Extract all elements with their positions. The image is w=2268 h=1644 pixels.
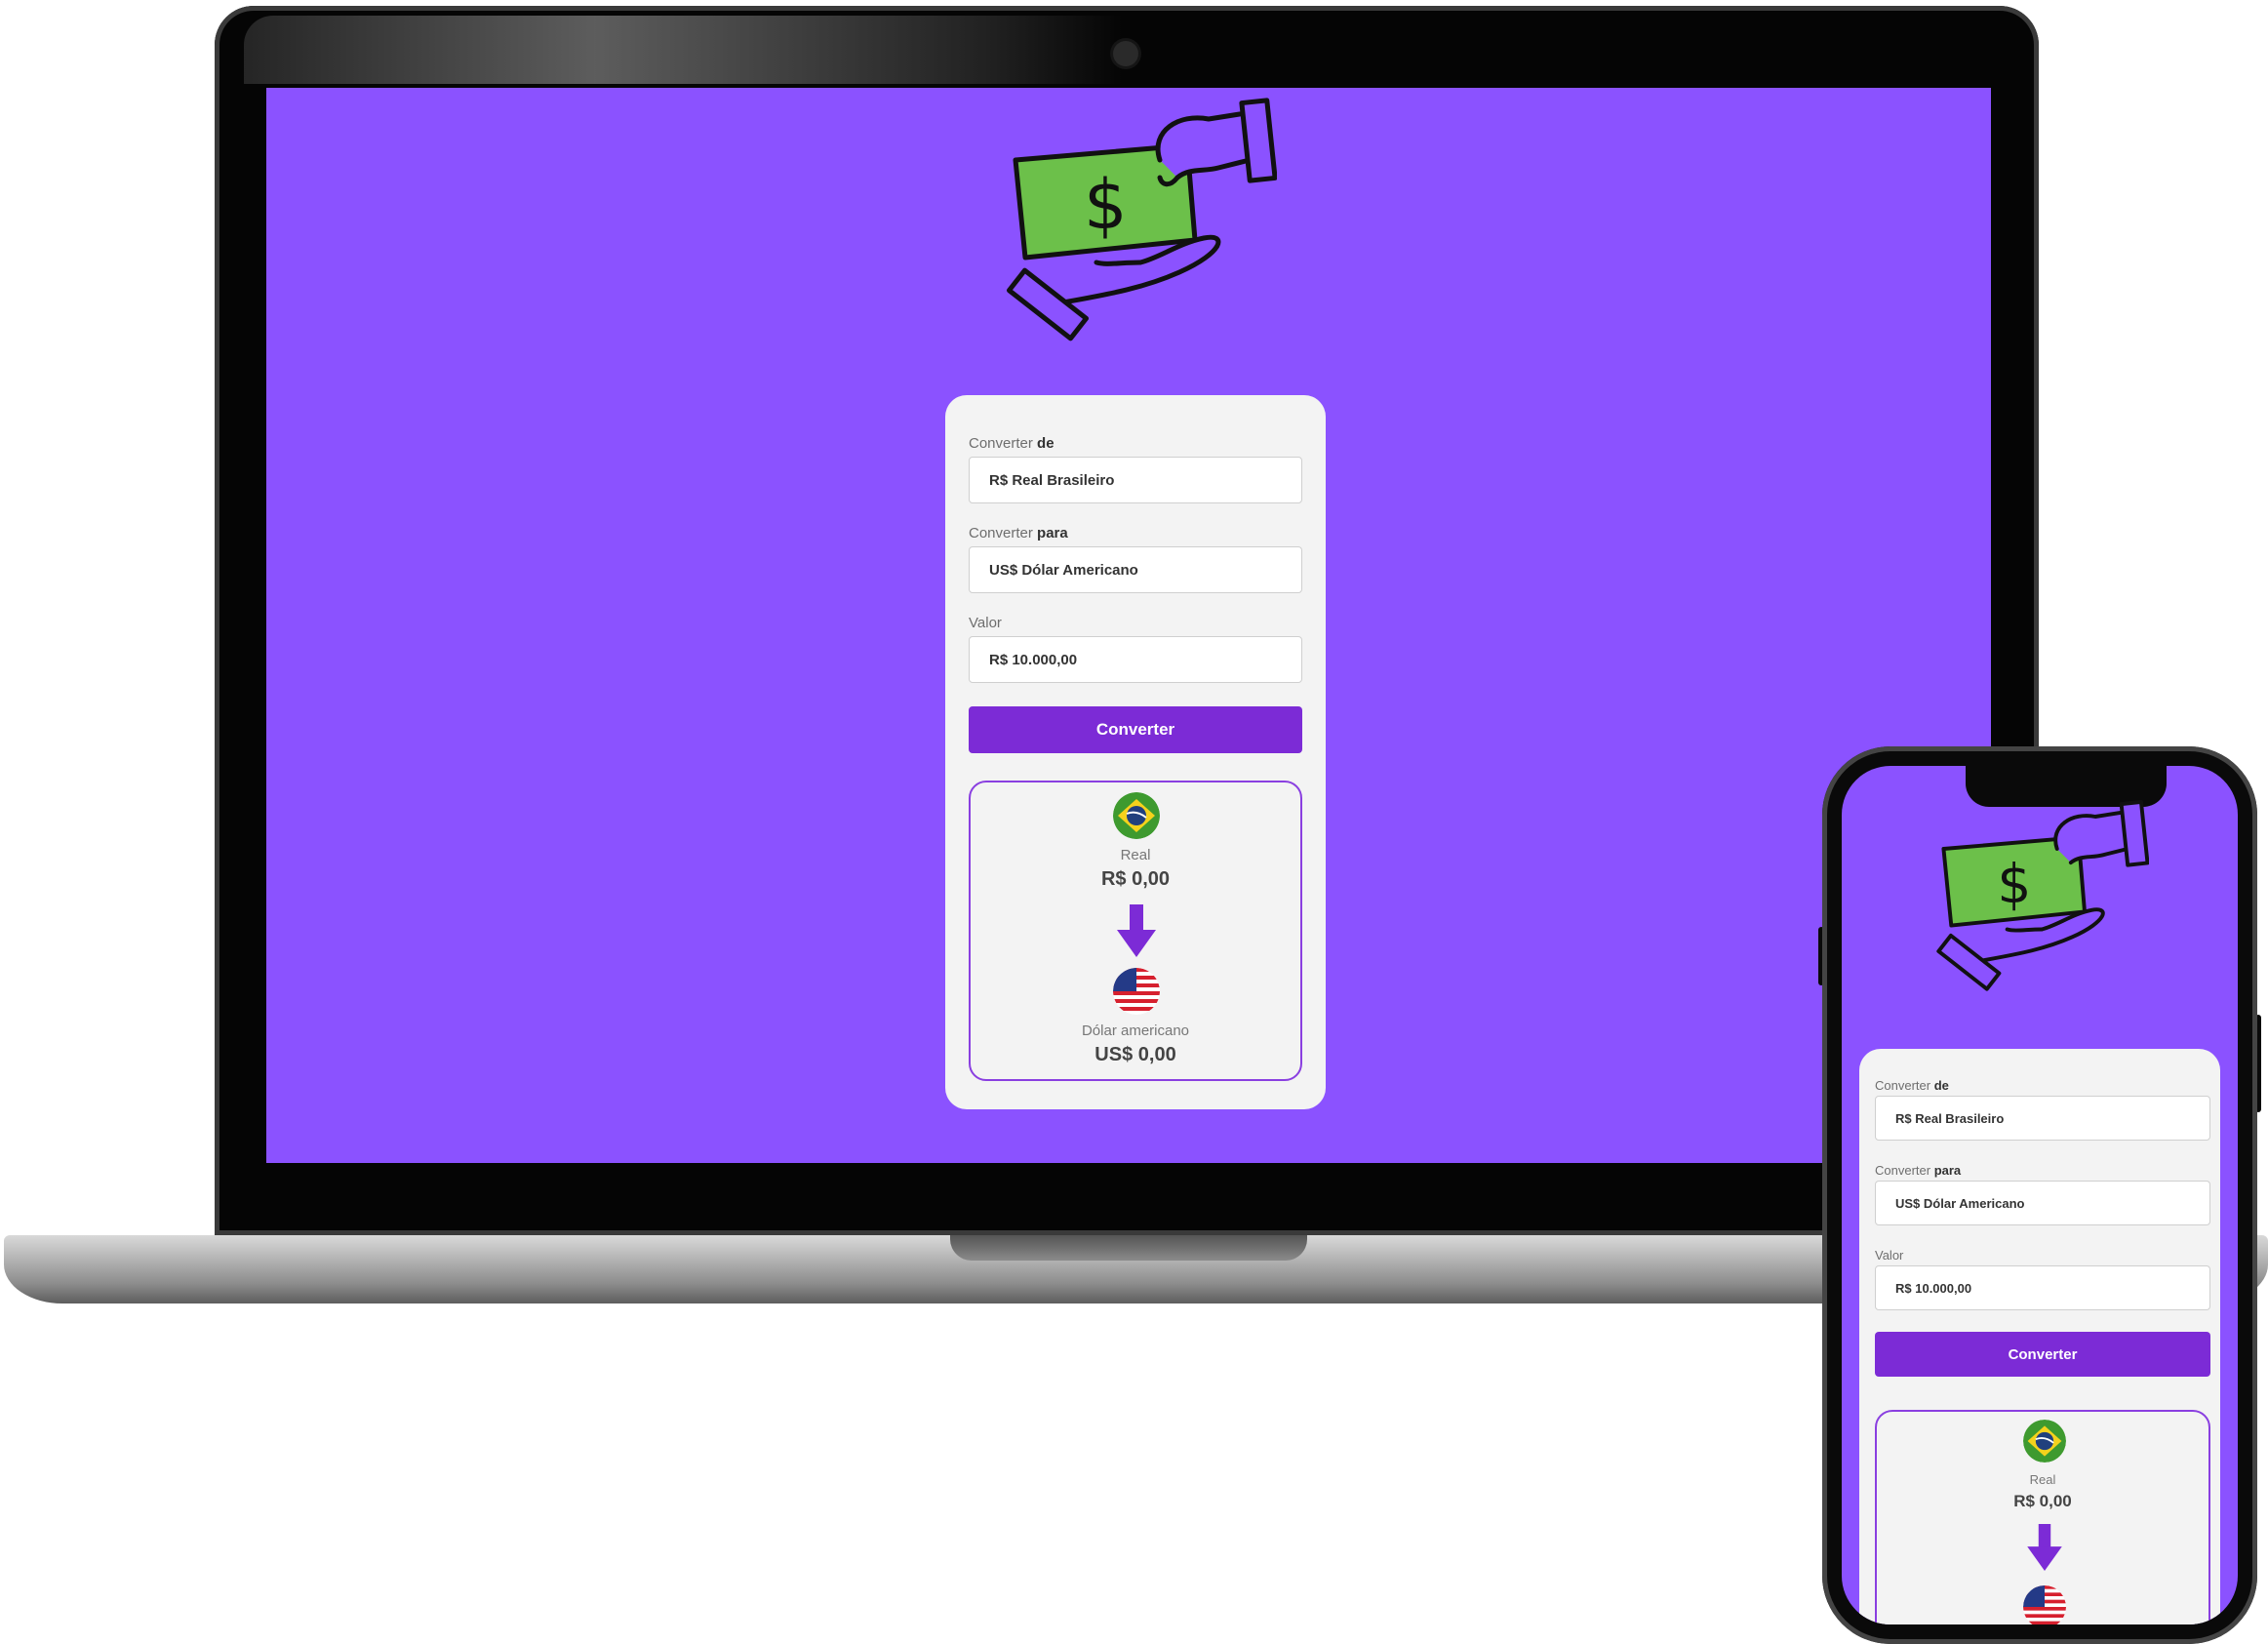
brazil-flag-icon — [2023, 1420, 2066, 1463]
webcam — [1113, 41, 1138, 66]
to-currency-value: US$ Dólar Americano — [989, 561, 1138, 579]
from-currency-select[interactable]: R$ Real Brasileiro — [969, 457, 1302, 503]
converter-card: Converter de R$ Real Brasileiro Converte… — [945, 395, 1326, 1109]
from-currency-name: Real — [1120, 847, 1151, 863]
laptop-screen: $ Converter de R$ Real Brasileiro Conver… — [266, 88, 1991, 1163]
from-amount: R$ 0,00 — [1100, 868, 1171, 890]
from-label: Converter de — [969, 435, 1054, 452]
amount-input[interactable]: R$ 10.000,00 — [1875, 1265, 2210, 1310]
amount-label: Valor — [1875, 1248, 1904, 1263]
amount-placeholder: R$ 10.000,00 — [1895, 1280, 1972, 1296]
convert-button[interactable]: Converter — [1875, 1332, 2210, 1377]
conversion-result-box: Real R$ 0,00 — [1875, 1410, 2210, 1624]
from-amount: R$ 0,00 — [2013, 1492, 2072, 1510]
to-currency-value: US$ Dólar Americano — [1895, 1195, 2025, 1211]
amount-input[interactable]: R$ 10.000,00 — [969, 636, 1302, 683]
amount-placeholder: R$ 10.000,00 — [989, 651, 1078, 668]
money-exchange-hands-icon: $ — [1006, 98, 1277, 341]
laptop-hinge-notch — [950, 1235, 1307, 1261]
lid-glare — [244, 16, 1122, 84]
conversion-result-box: Real R$ 0,00 Dólar americano US$ 0,00 — [969, 781, 1302, 1081]
brazil-flag-icon — [1113, 792, 1160, 839]
to-label: Converter para — [1875, 1163, 1962, 1178]
to-currency-select[interactable]: US$ Dólar Americano — [969, 546, 1302, 593]
to-currency-name: Dólar americano — [1081, 1022, 1190, 1039]
to-label: Converter para — [969, 525, 1068, 541]
from-label: Converter de — [1875, 1078, 1949, 1093]
dollar-sign: $ — [1997, 853, 2031, 915]
converter-card: Converter de R$ Real Brasileiro Converte… — [1859, 1049, 2220, 1624]
to-amount: US$ 0,00 — [1094, 1044, 1176, 1065]
convert-button[interactable]: Converter — [969, 706, 1302, 753]
usa-flag-icon — [1113, 968, 1160, 1015]
arrow-down-icon — [2027, 1524, 2062, 1571]
phone-frame: $ Converter de R$ Real Brasileiro Conver… — [1822, 746, 2257, 1644]
from-currency-value: R$ Real Brasileiro — [989, 471, 1115, 489]
from-currency-name: Real — [2029, 1472, 2056, 1487]
amount-label: Valor — [969, 615, 1002, 631]
dollar-sign: $ — [1084, 165, 1128, 245]
money-exchange-hands-icon: $ — [1936, 799, 2149, 991]
from-currency-value: R$ Real Brasileiro — [1895, 1110, 2005, 1126]
to-currency-select[interactable]: US$ Dólar Americano — [1875, 1181, 2210, 1225]
phone-screen: $ Converter de R$ Real Brasileiro Conver… — [1842, 766, 2238, 1624]
arrow-down-icon — [1117, 904, 1156, 957]
usa-flag-icon — [2023, 1585, 2066, 1624]
from-currency-select[interactable]: R$ Real Brasileiro — [1875, 1096, 2210, 1141]
